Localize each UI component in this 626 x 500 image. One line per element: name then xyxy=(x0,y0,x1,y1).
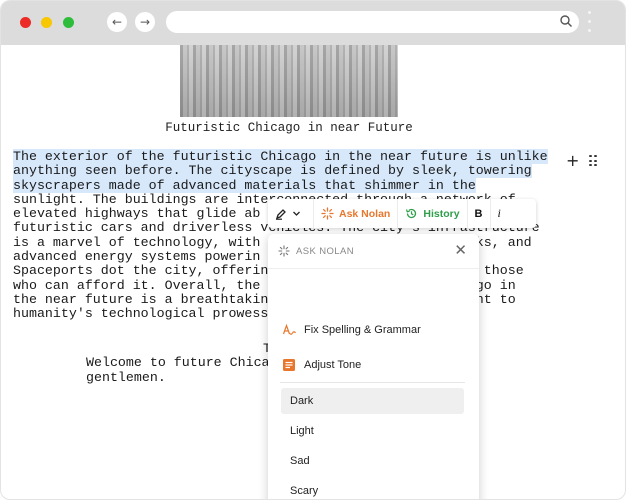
browser-menu-icon[interactable] xyxy=(588,11,592,37)
block-controls: + xyxy=(566,153,598,169)
city-image xyxy=(180,45,398,117)
highlight-dropdown-button[interactable] xyxy=(268,199,314,228)
formatting-toolbar: Ask Nolan History B i xyxy=(268,199,536,228)
bold-button[interactable]: B xyxy=(468,199,491,228)
tone-option-sad[interactable]: Sad xyxy=(281,448,464,474)
highlighted-text-line[interactable]: anything seen before. The cityscape is d… xyxy=(13,163,532,179)
pen-icon xyxy=(275,208,286,220)
image-caption: Futuristic Chicago in near Future xyxy=(165,121,413,135)
browser-window: ← → Futuristic Chicago in near Future Th… xyxy=(0,0,626,500)
document-area: Futuristic Chicago in near Future The ex… xyxy=(1,45,625,499)
poem-line: gentlemen. xyxy=(86,370,166,385)
close-icon[interactable]: ✕ xyxy=(454,243,467,258)
adjust-tone-option[interactable]: Adjust Tone xyxy=(282,358,361,372)
highlighted-text-line[interactable]: The exterior of the futuristic Chicago i… xyxy=(13,149,548,164)
history-button[interactable]: History xyxy=(398,199,468,228)
minimize-window-button[interactable] xyxy=(41,17,52,28)
menu-title: ASK NOLAN xyxy=(296,245,354,257)
option-label: Fix Spelling & Grammar xyxy=(304,324,421,336)
maximize-window-button[interactable] xyxy=(63,17,74,28)
italic-button[interactable]: i xyxy=(491,199,508,228)
tone-option-light[interactable]: Light xyxy=(281,418,464,444)
drag-handle-icon[interactable] xyxy=(589,155,598,167)
chevron-down-icon xyxy=(293,211,300,216)
document-icon xyxy=(283,359,295,371)
fix-spelling-grammar-option[interactable]: Fix Spelling & Grammar xyxy=(282,323,421,337)
sparkle-icon xyxy=(321,207,334,220)
tone-option-dark[interactable]: Dark xyxy=(281,388,464,414)
close-window-button[interactable] xyxy=(20,17,31,28)
address-bar[interactable] xyxy=(166,11,579,33)
menu-divider xyxy=(280,382,465,383)
browser-chrome: ← → xyxy=(1,1,625,45)
option-label: Adjust Tone xyxy=(304,359,362,371)
menu-header: ASK NOLAN ✕ xyxy=(268,234,479,269)
poem-line: Welcome to future Chica xyxy=(86,355,270,370)
sparkle-icon xyxy=(278,245,290,257)
history-label: History xyxy=(423,207,460,220)
highlighted-text-line[interactable]: skyscrapers made of advanced materials t… xyxy=(13,177,476,193)
ask-nolan-button[interactable]: Ask Nolan xyxy=(314,199,399,228)
ask-nolan-label: Ask Nolan xyxy=(339,207,391,220)
spellcheck-icon xyxy=(282,323,296,335)
add-block-icon[interactable]: + xyxy=(566,153,579,169)
forward-arrow-icon[interactable]: → xyxy=(135,12,155,32)
ask-nolan-menu: ASK NOLAN ✕ Fix Spelling & Grammar Adjus… xyxy=(268,234,479,499)
tone-option-scary[interactable]: Scary xyxy=(281,478,464,499)
search-icon[interactable] xyxy=(559,14,573,28)
poem: Welcome to future Chica gentlemen. xyxy=(86,355,286,385)
back-arrow-icon[interactable]: ← xyxy=(107,12,127,32)
history-icon xyxy=(406,208,417,219)
